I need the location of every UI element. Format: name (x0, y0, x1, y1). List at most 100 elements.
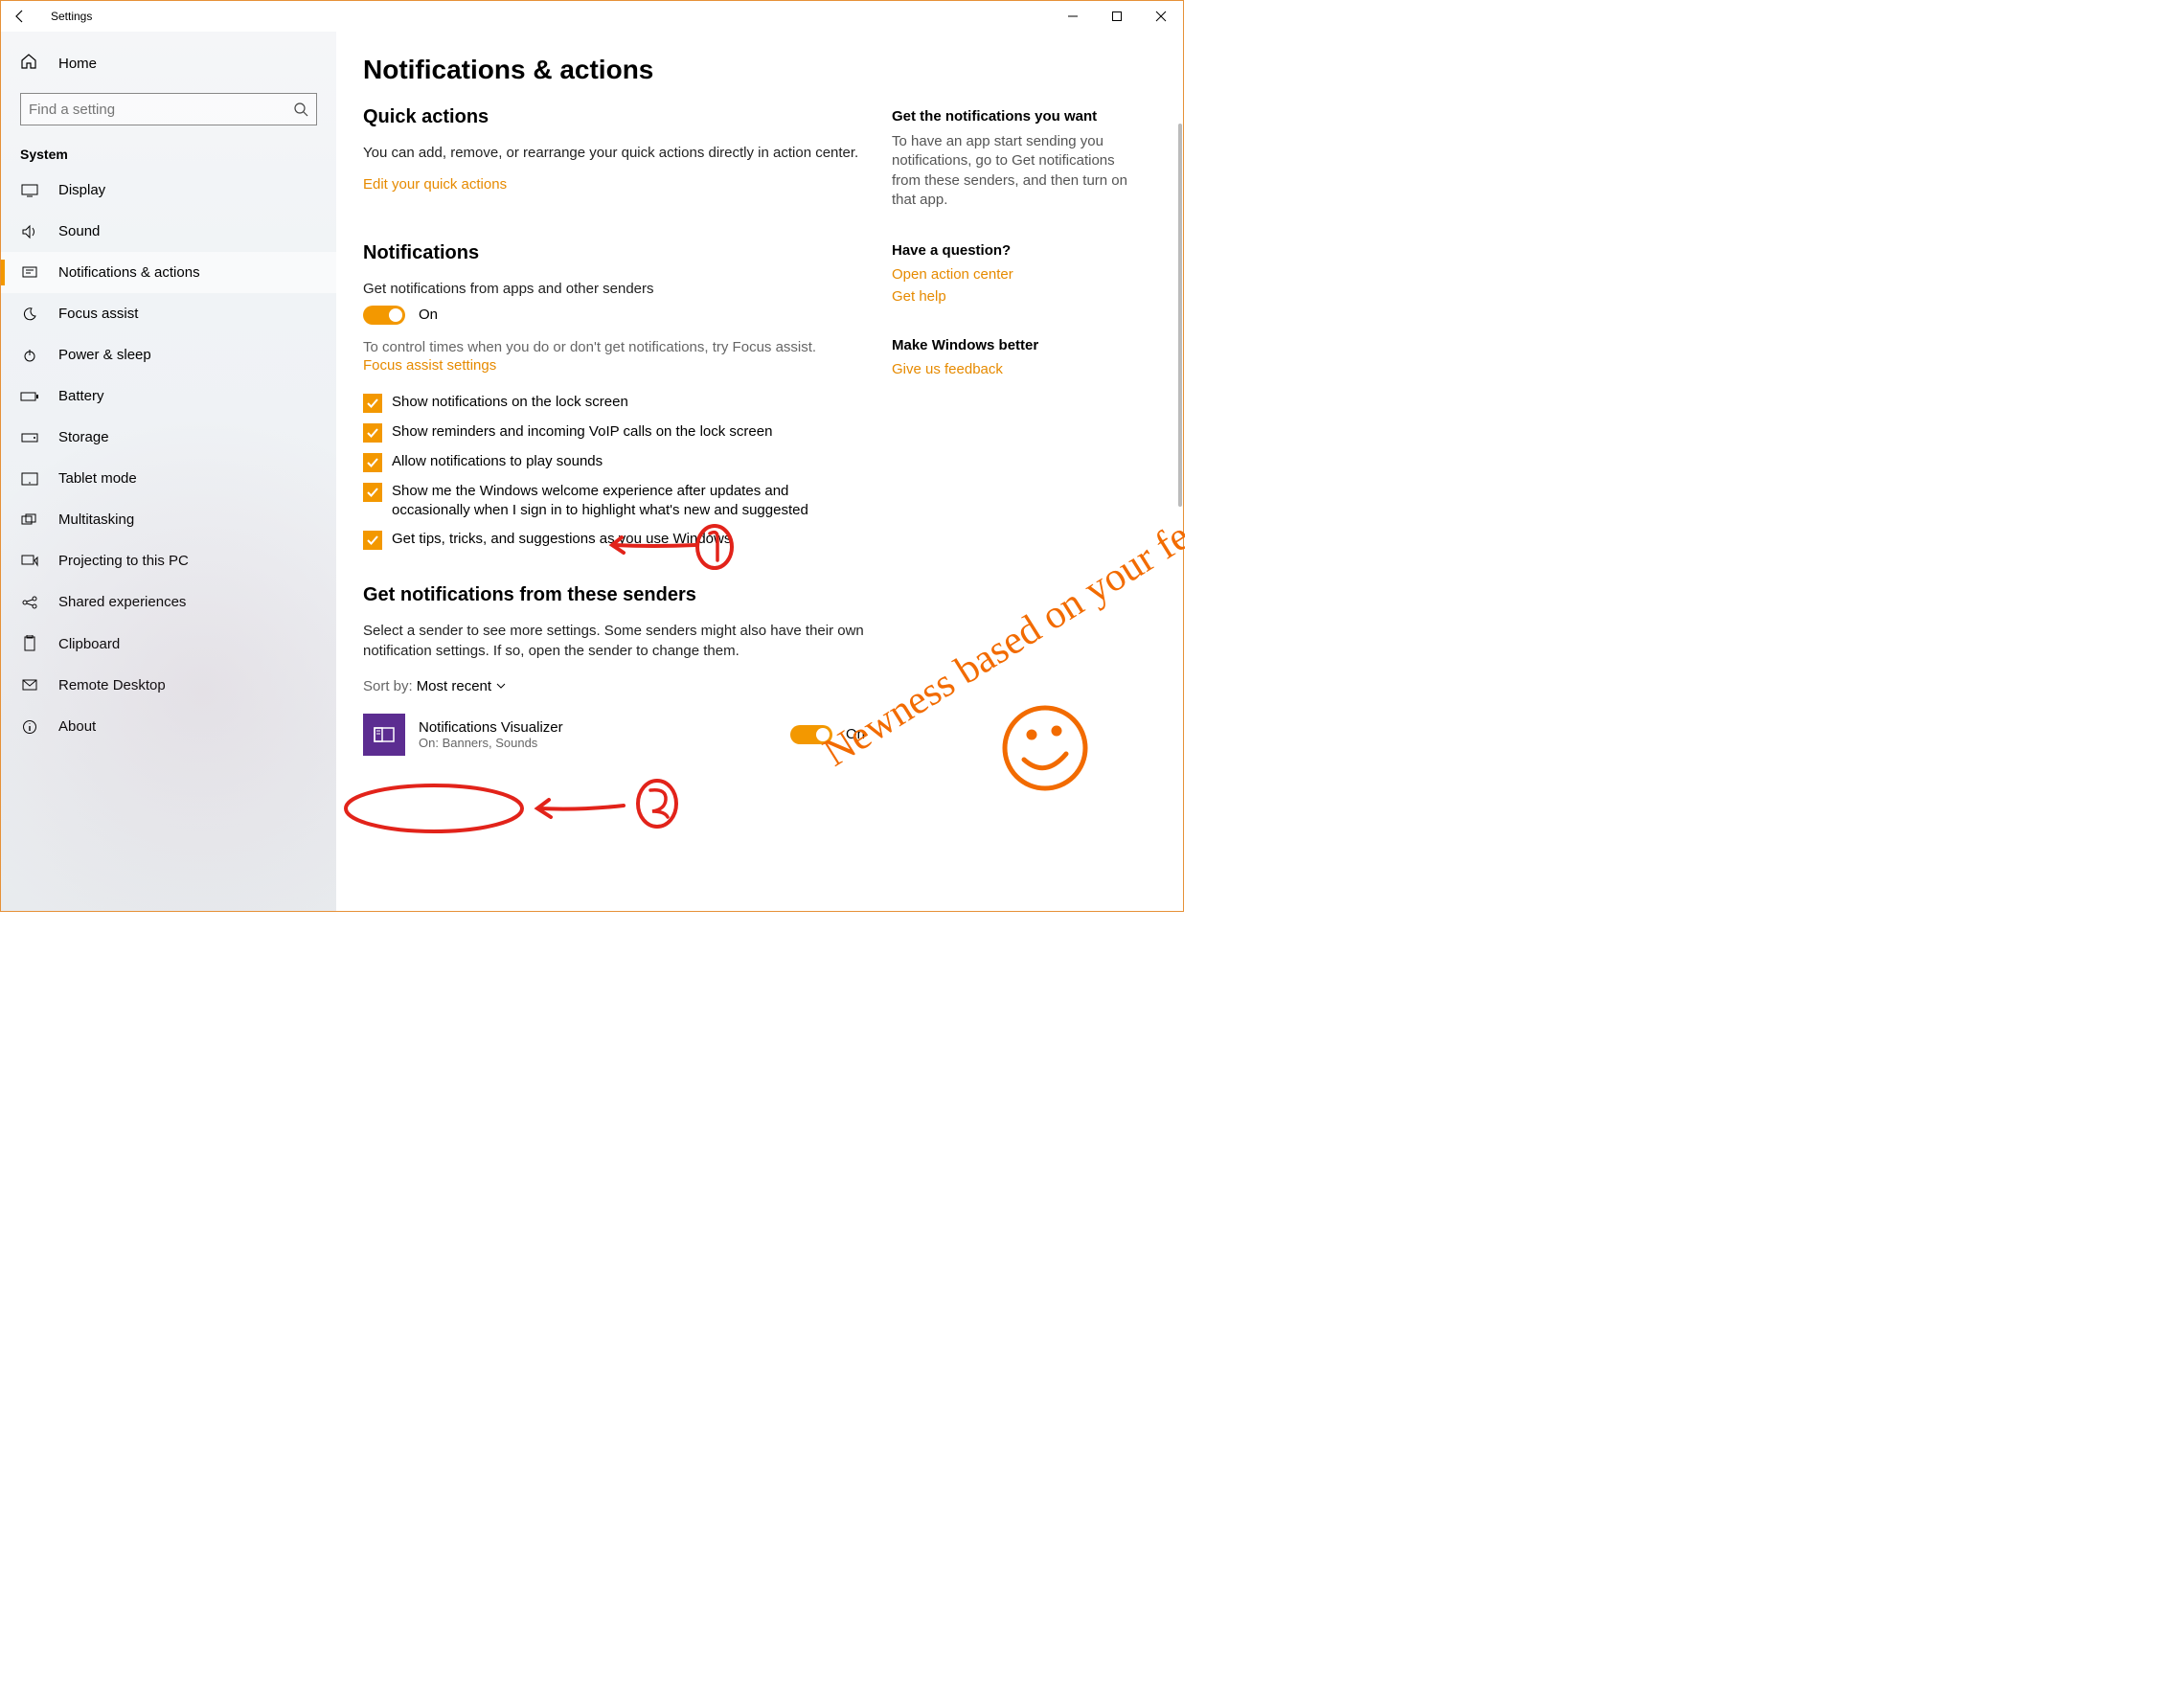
focus-assist-settings-link[interactable]: Focus assist settings (363, 357, 496, 374)
minimize-icon (1067, 11, 1079, 22)
checkbox-reminders-voip[interactable]: Show reminders and incoming VoIP calls o… (363, 422, 865, 443)
checkbox-icon (363, 394, 382, 413)
side-question-heading: Have a question? (892, 242, 1141, 259)
sidebar-item-projecting[interactable]: Projecting to this PC (1, 540, 336, 581)
chevron-down-icon (495, 680, 507, 692)
battery-icon (20, 391, 39, 402)
scrollbar-thumb[interactable] (1178, 124, 1182, 507)
home-icon (20, 53, 39, 74)
sidebar-item-label: Tablet mode (58, 470, 137, 487)
sidebar-item-tablet-mode[interactable]: Tablet mode (1, 458, 336, 499)
sidebar-item-label: Multitasking (58, 511, 134, 528)
checkbox-lock-screen[interactable]: Show notifications on the lock screen (363, 393, 865, 413)
display-icon (20, 184, 39, 197)
sidebar-item-battery[interactable]: Battery (1, 375, 336, 417)
close-button[interactable] (1139, 1, 1183, 32)
sidebar-item-notifications[interactable]: Notifications & actions (1, 252, 336, 293)
sidebar-item-focus-assist[interactable]: Focus assist (1, 293, 336, 334)
power-icon (20, 348, 39, 363)
sender-toggle-state: On (846, 726, 865, 742)
side-help-body: To have an app start sending you notific… (892, 132, 1141, 210)
checkbox-tips-tricks[interactable]: Get tips, tricks, and suggestions as you… (363, 530, 865, 550)
quick-actions-heading: Quick actions (363, 106, 865, 128)
sidebar-item-label: Display (58, 182, 105, 198)
sidebar-item-label: Power & sleep (58, 347, 151, 363)
checkbox-label: Show reminders and incoming VoIP calls o… (392, 422, 772, 442)
sidebar-item-remote-desktop[interactable]: Remote Desktop (1, 665, 336, 706)
clipboard-icon (20, 635, 39, 652)
sidebar-item-label: Clipboard (58, 636, 120, 652)
search-icon (293, 102, 308, 117)
focus-assist-hint: To control times when you do or don't ge… (363, 338, 865, 357)
checkbox-play-sounds[interactable]: Allow notifications to play sounds (363, 452, 865, 472)
shared-icon (20, 595, 39, 610)
home-nav[interactable]: Home (1, 41, 336, 85)
give-feedback-link[interactable]: Give us feedback (892, 361, 1141, 377)
search-input[interactable] (29, 102, 293, 118)
sidebar-item-label: Shared experiences (58, 594, 186, 610)
checkbox-label: Allow notifications to play sounds (392, 452, 603, 471)
notifications-icon (20, 265, 39, 281)
sidebar-item-clipboard[interactable]: Clipboard (1, 623, 336, 665)
sidebar-item-storage[interactable]: Storage (1, 417, 336, 458)
checkbox-icon (363, 531, 382, 550)
page-title: Notifications & actions (363, 55, 865, 85)
sender-row[interactable]: Notifications Visualizer On: Banners, So… (363, 708, 865, 761)
sidebar-item-power-sleep[interactable]: Power & sleep (1, 334, 336, 375)
checkbox-icon (363, 483, 382, 502)
sender-name: Notifications Visualizer (419, 719, 777, 736)
sort-by-label: Sort by: (363, 678, 413, 694)
back-button[interactable] (1, 1, 39, 32)
notifications-heading: Notifications (363, 242, 865, 264)
category-header: System (1, 137, 336, 170)
get-help-link[interactable]: Get help (892, 288, 1141, 305)
scrollbar[interactable] (1178, 124, 1182, 911)
sort-by-dropdown[interactable]: Sort by: Most recent (363, 678, 865, 694)
remote-desktop-icon (20, 678, 39, 693)
sort-by-value: Most recent (417, 678, 491, 694)
info-icon (20, 719, 39, 735)
sidebar: Home System Display Sound Notifications … (1, 32, 336, 911)
maximize-button[interactable] (1095, 1, 1139, 32)
sidebar-item-about[interactable]: About (1, 706, 336, 747)
arrow-left-icon (12, 9, 28, 24)
notifications-toggle-state: On (419, 307, 438, 323)
sidebar-item-label: Storage (58, 429, 109, 445)
storage-icon (20, 433, 39, 443)
notifications-toggle-label: Get notifications from apps and other se… (363, 280, 865, 299)
checkbox-icon (363, 453, 382, 472)
senders-body: Select a sender to see more settings. So… (363, 622, 865, 661)
sidebar-item-multitasking[interactable]: Multitasking (1, 499, 336, 540)
open-action-center-link[interactable]: Open action center (892, 266, 1141, 283)
side-help-heading: Get the notifications you want (892, 108, 1141, 125)
sidebar-item-shared-experiences[interactable]: Shared experiences (1, 581, 336, 623)
sidebar-item-label: Notifications & actions (58, 264, 200, 281)
sidebar-item-label: Remote Desktop (58, 677, 166, 693)
window-title: Settings (39, 10, 92, 23)
sidebar-item-display[interactable]: Display (1, 170, 336, 211)
senders-heading: Get notifications from these senders (363, 584, 865, 606)
checkbox-welcome-experience[interactable]: Show me the Windows welcome experience a… (363, 482, 865, 521)
sidebar-item-label: Sound (58, 223, 100, 239)
content-area: Notifications & actions Quick actions Yo… (336, 32, 1183, 911)
sidebar-item-label: Focus assist (58, 306, 138, 322)
sender-toggle[interactable] (790, 725, 832, 744)
tablet-icon (20, 472, 39, 486)
notifications-toggle[interactable] (363, 306, 405, 325)
edit-quick-actions-link[interactable]: Edit your quick actions (363, 176, 507, 193)
maximize-icon (1111, 11, 1123, 22)
projecting-icon (20, 555, 39, 568)
checkbox-label: Show notifications on the lock screen (392, 393, 628, 412)
sender-app-icon (363, 714, 405, 756)
home-label: Home (58, 56, 97, 72)
search-box[interactable] (20, 93, 317, 125)
checkbox-label: Get tips, tricks, and suggestions as you… (392, 530, 731, 549)
minimize-button[interactable] (1051, 1, 1095, 32)
sidebar-item-label: Projecting to this PC (58, 553, 189, 569)
checkbox-label: Show me the Windows welcome experience a… (392, 482, 865, 521)
side-feedback-heading: Make Windows better (892, 337, 1141, 353)
multitasking-icon (20, 513, 39, 527)
moon-icon (20, 307, 39, 322)
close-icon (1155, 11, 1167, 22)
sidebar-item-sound[interactable]: Sound (1, 211, 336, 252)
